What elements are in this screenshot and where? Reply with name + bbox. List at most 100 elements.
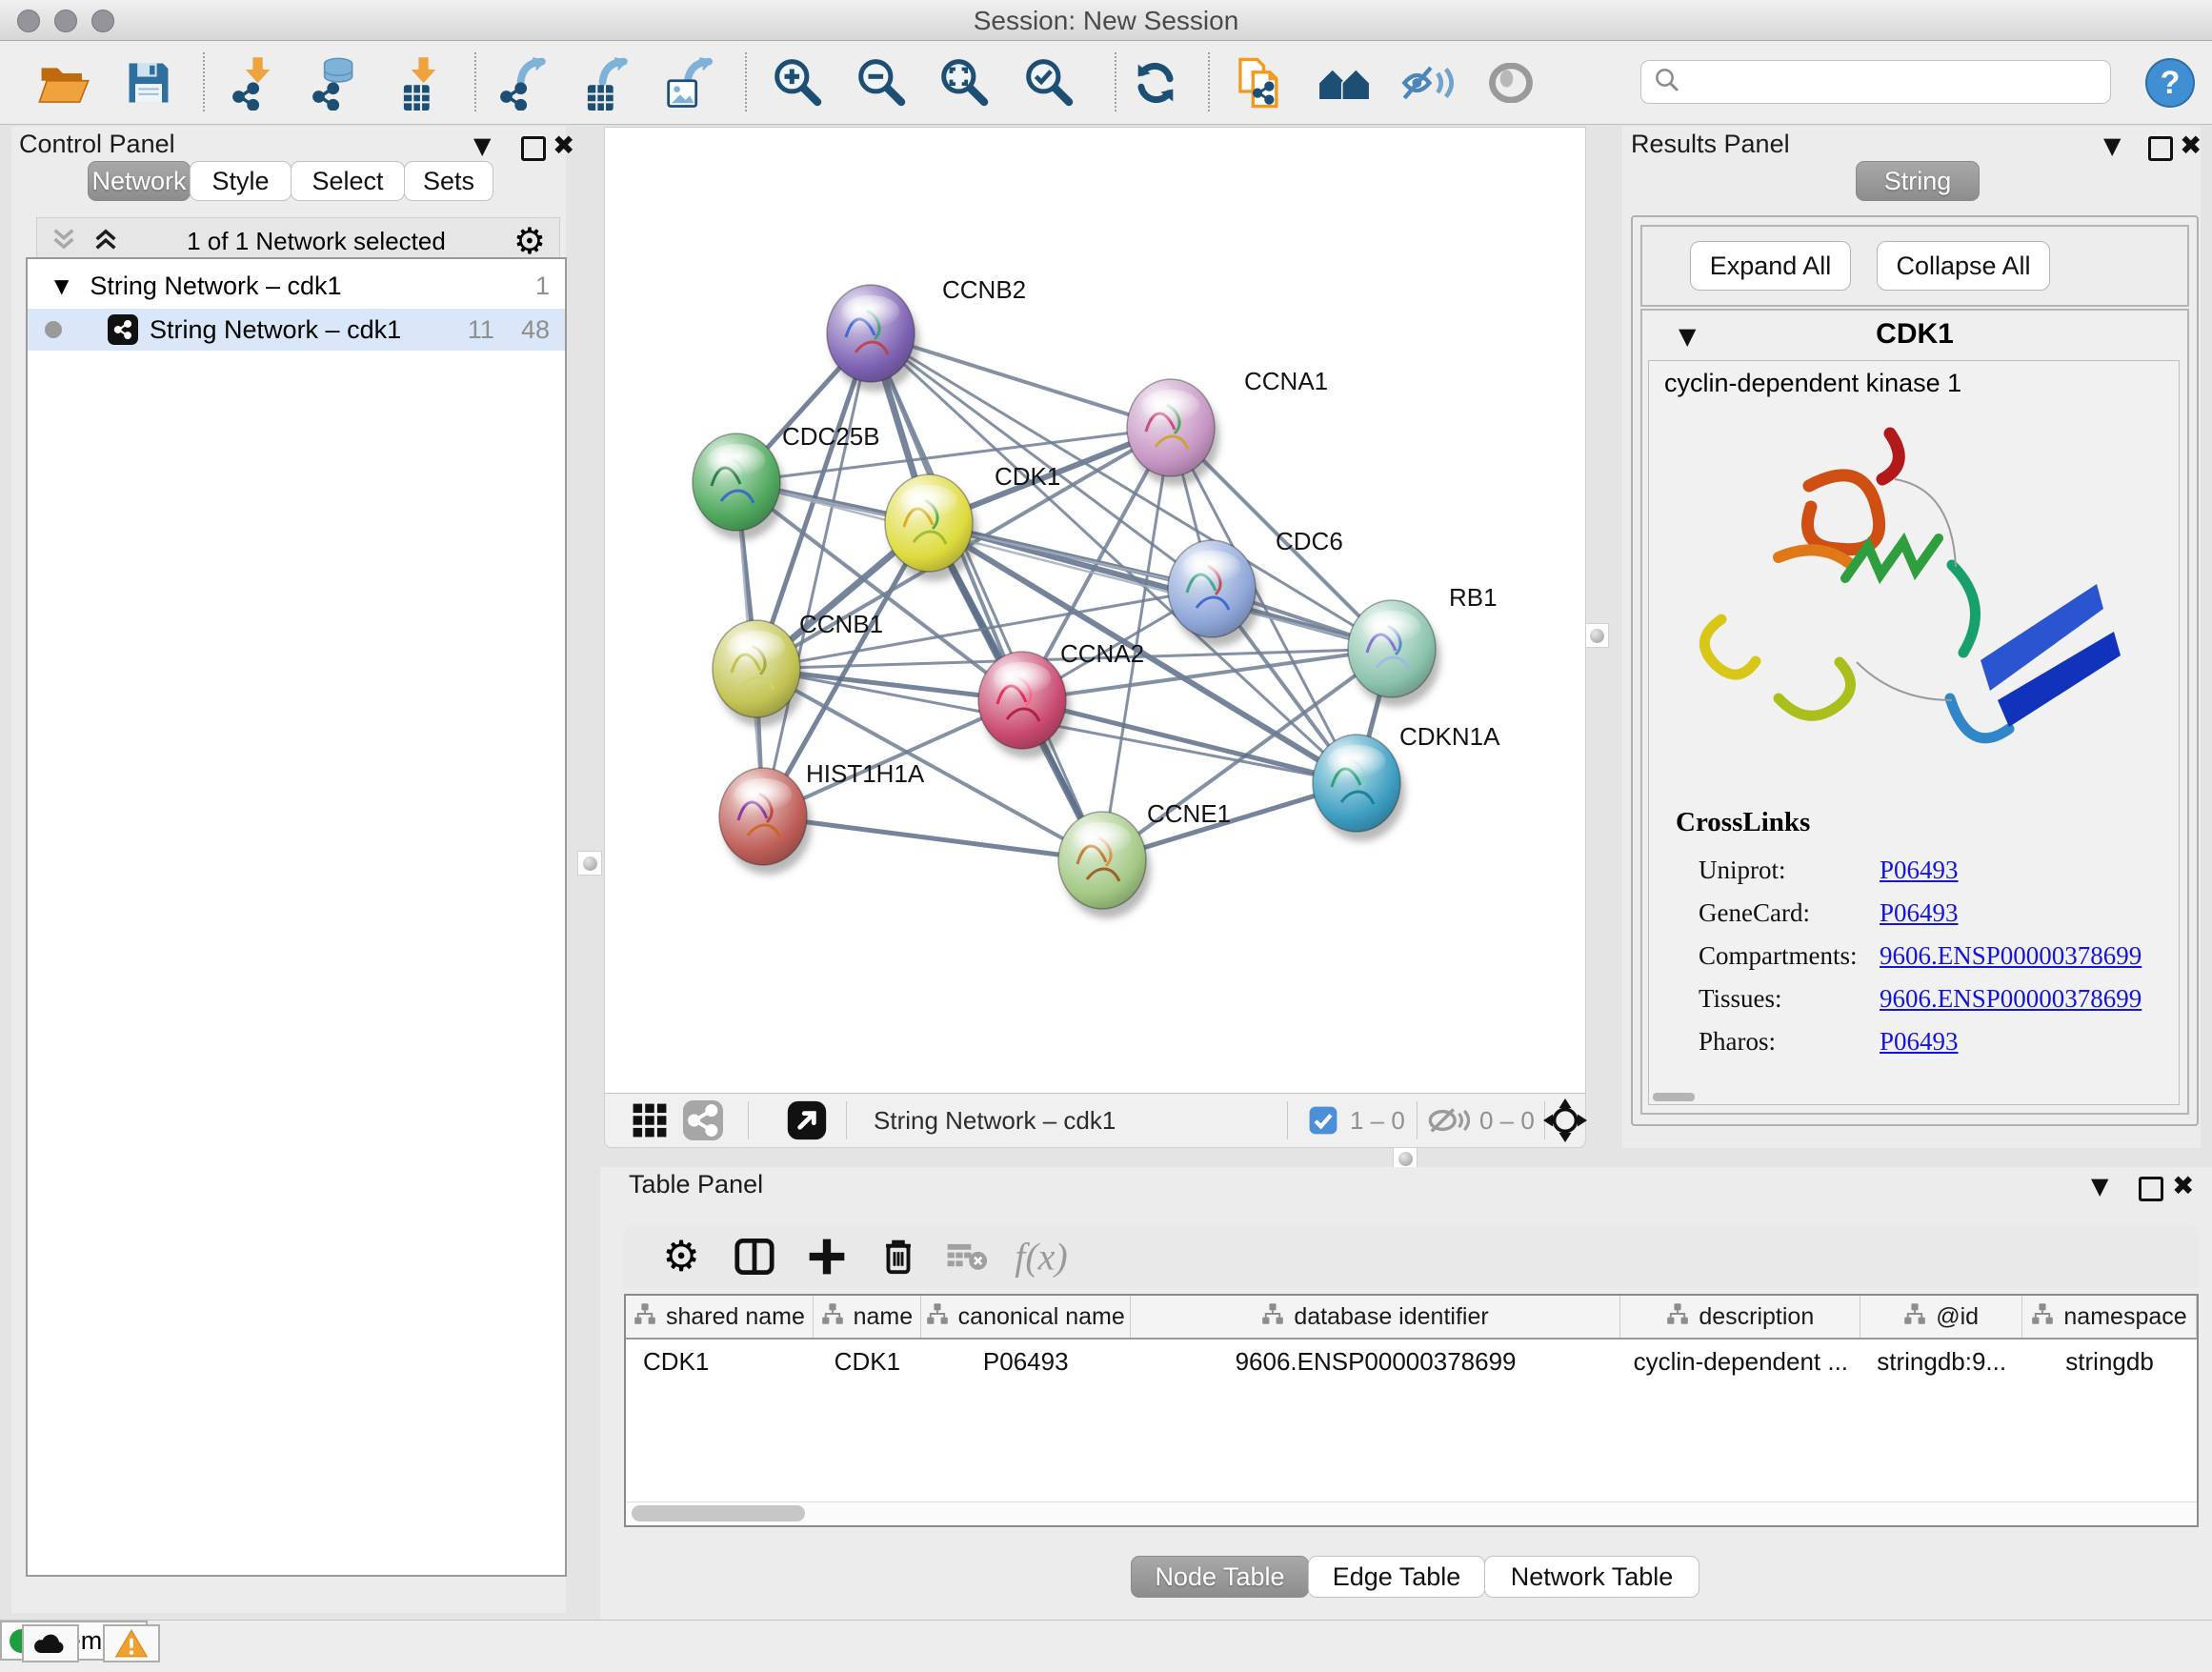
export-table-icon[interactable] (576, 52, 637, 113)
table-cell: CDK1 (814, 1340, 921, 1383)
export-image-icon[interactable] (659, 52, 720, 113)
node-label-HIST1H1A: HIST1H1A (806, 759, 925, 788)
left-splitter-handle[interactable] (577, 851, 602, 876)
tab-sets[interactable]: Sets (404, 161, 493, 201)
table-row[interactable]: CDK1CDK1P064939606.ENSP00000378699cyclin… (626, 1340, 2197, 1383)
import-table-icon[interactable] (392, 52, 453, 113)
results-hscrollbar-thumb[interactable] (1653, 1093, 1695, 1101)
crosslink-label: Uniprot: (1699, 856, 1880, 885)
warnings-button[interactable] (103, 1624, 160, 1662)
grid-view-icon[interactable] (629, 1090, 671, 1151)
tab-style[interactable]: Style (190, 161, 292, 201)
table-toolbar: ⚙ f(x) (624, 1224, 2199, 1288)
help-button[interactable]: ? (2140, 52, 2201, 113)
column-header--id[interactable]: @id (1860, 1296, 2022, 1338)
network-node-HIST1H1A[interactable]: HIST1H1A (719, 759, 925, 875)
close-table-icon[interactable]: ✖ (2172, 1172, 2194, 1200)
network-node-CCNA2[interactable]: CCNA2 (978, 639, 1144, 758)
open-session-icon[interactable] (33, 52, 94, 113)
warning-icon (114, 1628, 149, 1659)
float-panel-icon[interactable] (521, 136, 546, 161)
crosslink-link[interactable]: P06493 (1880, 856, 1959, 885)
show-columns-icon[interactable] (734, 1239, 774, 1275)
column-header-canonical-name[interactable]: canonical name (921, 1296, 1131, 1338)
column-header-shared-name[interactable]: shared name (626, 1296, 814, 1338)
network-canvas[interactable]: CCNB2CCNA1CDC25BCDK1CDC6RB1CCNB1CCNA2HIS… (604, 127, 1586, 1095)
zoom-in-icon[interactable] (768, 52, 829, 113)
collapse-panel-icon[interactable]: ▼ (473, 131, 491, 160)
close-results-icon[interactable]: ✖ (2180, 131, 2202, 160)
tree-expander-icon[interactable]: ▼ (54, 274, 69, 297)
crosslinks-list: Uniprot:P06493GeneCard:P06493Compartment… (1699, 849, 2162, 1063)
crosslink-link[interactable]: 9606.ENSP00000378699 (1880, 941, 2142, 971)
table-hscrollbar[interactable] (626, 1501, 2197, 1525)
tab-edge-table[interactable]: Edge Table (1308, 1556, 1485, 1598)
close-panel-icon[interactable]: ✖ (553, 131, 574, 160)
crosslink-link[interactable]: 9606.ENSP00000378699 (1880, 984, 2142, 1014)
share-network-icon[interactable] (682, 1090, 724, 1151)
expand-all-button[interactable]: Expand All (1690, 241, 1851, 291)
table-cell: cyclin-dependent ... (1620, 1340, 1860, 1383)
save-session-icon[interactable] (118, 52, 179, 113)
tab-network-table[interactable]: Network Table (1484, 1556, 1699, 1598)
network-node-CCNA1[interactable]: CCNA1 (1127, 367, 1328, 486)
edge-CCNB2-HIST1H1A[interactable] (763, 333, 871, 816)
expand-collapse-box: Expand All Collapse All (1640, 225, 2189, 307)
table-hscrollbar-thumb[interactable] (632, 1505, 805, 1521)
network-node-RB1[interactable]: RB1 (1348, 583, 1498, 707)
crosslink-row: GeneCard:P06493 (1699, 892, 2162, 935)
column-label: canonical name (958, 1303, 1125, 1331)
network-options-gear-icon[interactable]: ⚙ (513, 223, 546, 259)
cloud-button[interactable] (22, 1624, 79, 1662)
edge-HIST1H1A-CCNE1[interactable] (763, 816, 1102, 860)
collapse-all-button[interactable]: Collapse All (1877, 241, 2050, 291)
expand-all-networks-icon[interactable] (92, 226, 119, 257)
import-network-icon[interactable] (227, 52, 288, 113)
refresh-icon[interactable] (1125, 52, 1186, 113)
import-string-icon[interactable] (1229, 52, 1290, 113)
node-label-CCNB1: CCNB1 (799, 610, 883, 638)
zoom-fit-icon[interactable] (935, 52, 995, 113)
right-splitter-handle[interactable] (1584, 623, 1609, 648)
crosslink-row: Uniprot:P06493 (1699, 849, 2162, 892)
network-node-CCNB1[interactable]: CCNB1 (713, 610, 883, 727)
float-results-icon[interactable] (2148, 136, 2173, 161)
network-row-selected[interactable]: String Network – cdk1 11 48 (28, 309, 565, 351)
toolbar-separator (1208, 52, 1210, 111)
collapse-all-networks-icon[interactable] (50, 226, 77, 257)
control-panel: Control Panel ▼ ✖ NetworkStyleSelectSets… (11, 127, 566, 1613)
network-node-CCNE1[interactable]: CCNE1 (1058, 799, 1231, 918)
zoom-selected-icon[interactable] (1019, 52, 1080, 113)
zoom-out-icon[interactable] (852, 52, 913, 113)
home-icon[interactable] (1314, 52, 1375, 113)
tab-node-table[interactable]: Node Table (1131, 1556, 1309, 1598)
search-input[interactable] (1640, 60, 2111, 104)
float-table-icon[interactable] (2139, 1177, 2163, 1201)
string-network-icon (108, 314, 138, 345)
export-network-icon[interactable] (494, 52, 555, 113)
selected-checkbox-icon[interactable] (1306, 1090, 1340, 1151)
delete-column-trash-icon[interactable] (880, 1237, 916, 1277)
show-preview-icon[interactable] (1480, 52, 1541, 113)
collapse-table-icon[interactable]: ▼ (2091, 1172, 2108, 1200)
add-column-icon[interactable] (808, 1238, 846, 1276)
birds-eye-view-icon[interactable] (784, 1090, 830, 1151)
network-node-CDKN1A[interactable]: CDKN1A (1313, 722, 1500, 841)
function-builder-icon-disabled: f(x) (1015, 1234, 1068, 1279)
hide-unhide-icon[interactable] (1398, 52, 1458, 113)
import-database-icon[interactable] (307, 52, 368, 113)
tab-select[interactable]: Select (291, 161, 405, 201)
crosslink-label: GeneCard: (1699, 898, 1880, 928)
tab-string[interactable]: String (1856, 161, 1980, 201)
fit-content-crosshair-icon[interactable] (1541, 1090, 1589, 1151)
crosslink-link[interactable]: P06493 (1880, 1027, 1959, 1057)
column-header-database-identifier[interactable]: database identifier (1131, 1296, 1621, 1338)
collapse-results-icon[interactable]: ▼ (2103, 131, 2121, 160)
network-collection-row[interactable]: ▼ String Network – cdk1 1 (28, 265, 565, 307)
column-header-description[interactable]: description (1620, 1296, 1860, 1338)
column-header-namespace[interactable]: namespace (2022, 1296, 2197, 1338)
crosslink-link[interactable]: P06493 (1880, 898, 1959, 928)
table-gear-icon[interactable]: ⚙ (662, 1232, 699, 1280)
column-header-name[interactable]: name (814, 1296, 921, 1338)
tab-network[interactable]: Network (88, 161, 191, 201)
